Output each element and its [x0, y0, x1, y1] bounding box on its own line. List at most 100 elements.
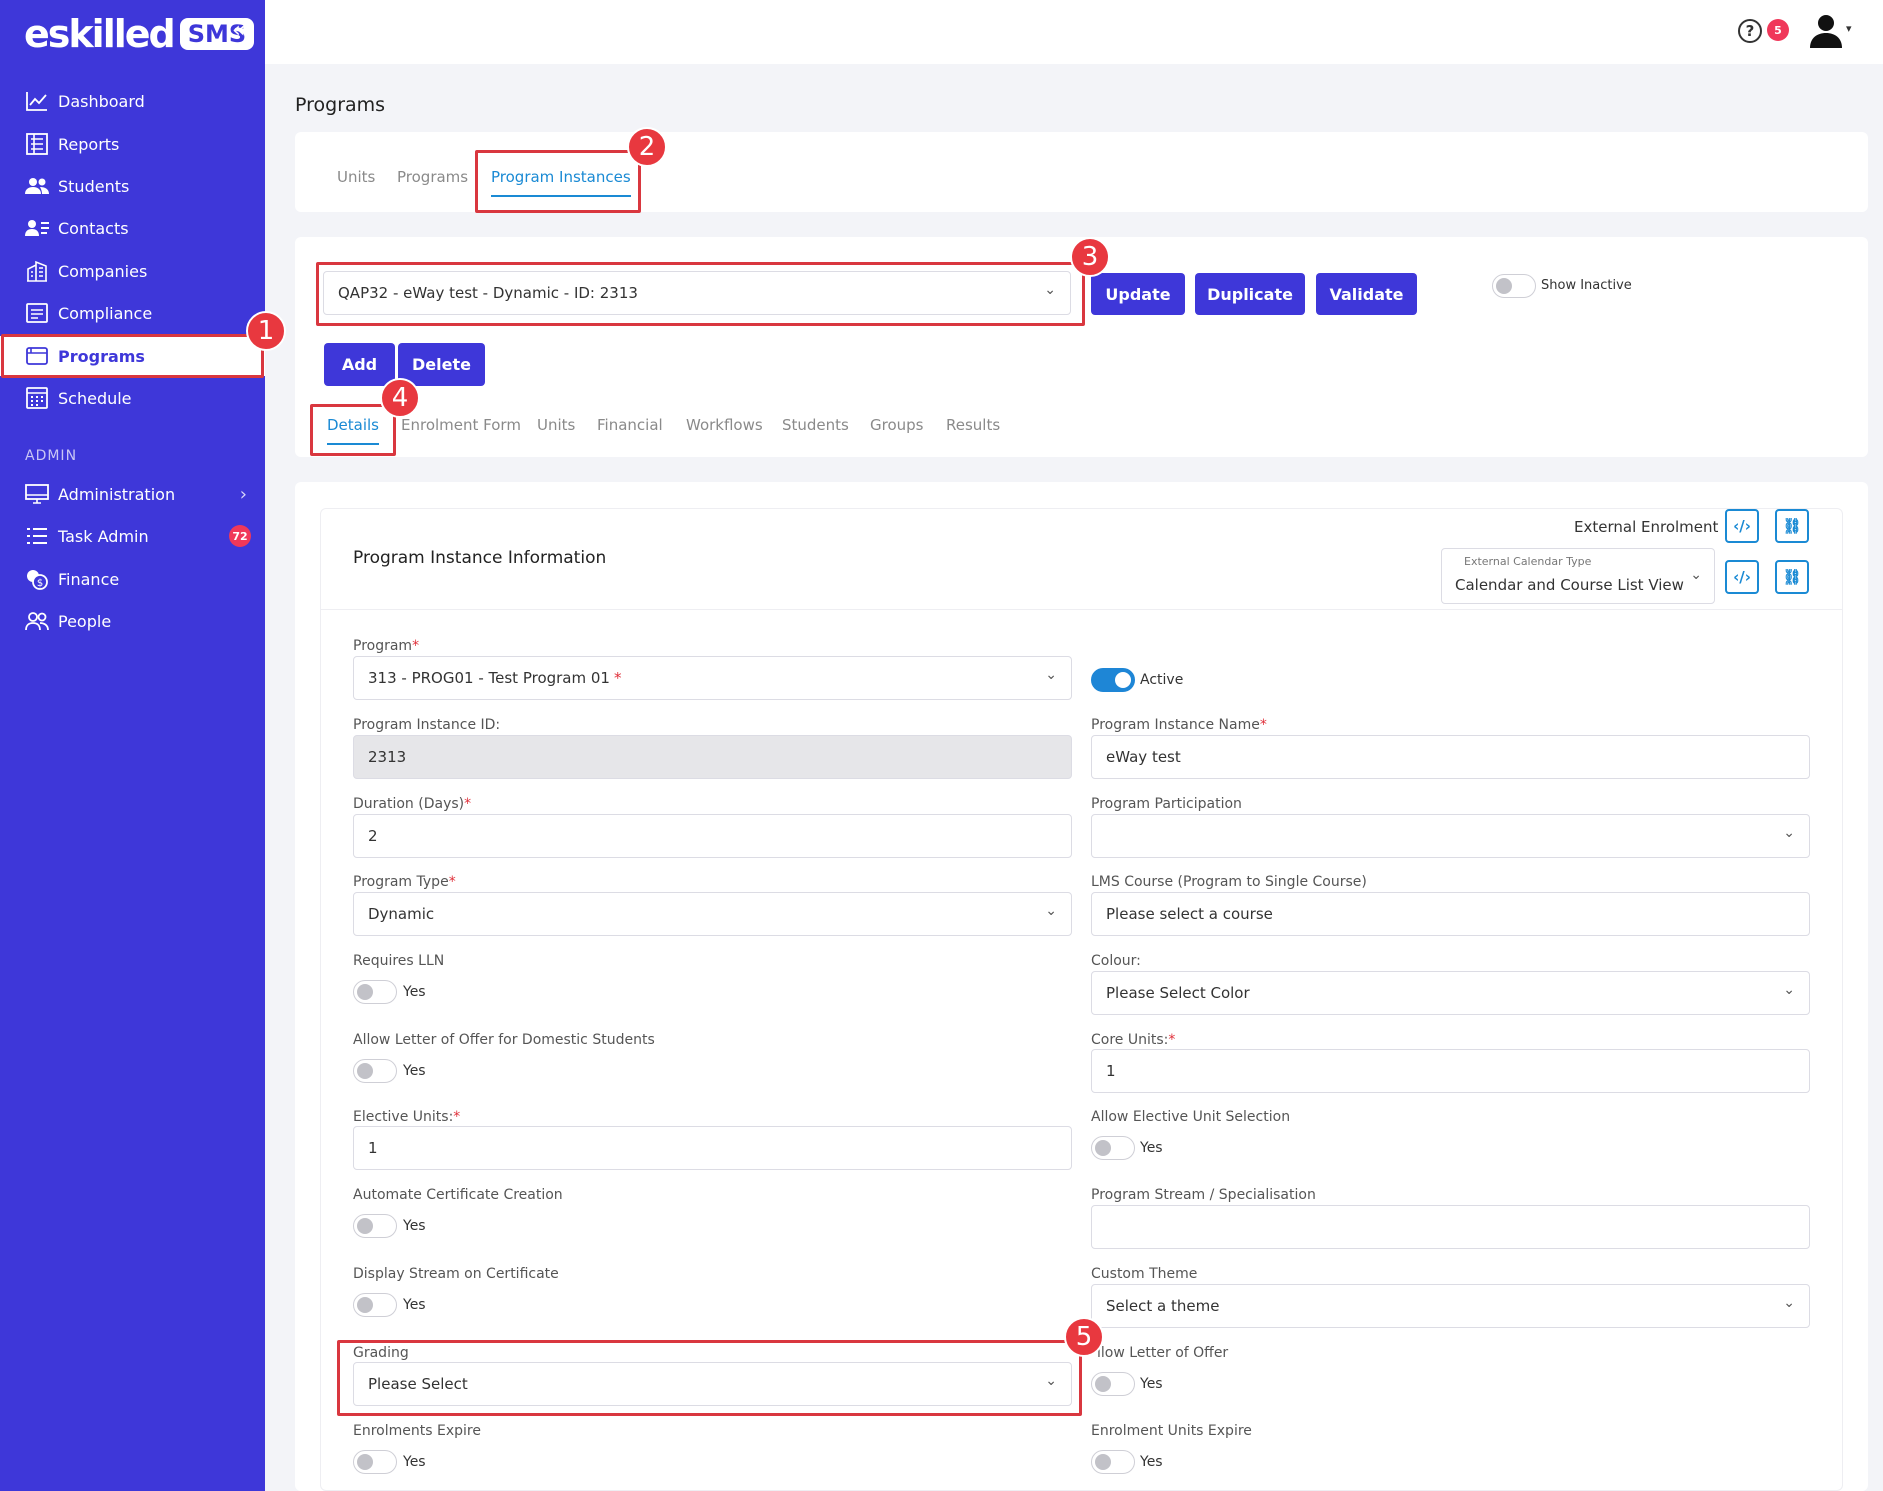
add-button[interactable]: Add — [324, 343, 395, 386]
annotation-marker-4: 4 — [380, 378, 420, 418]
annotation-marker-1: 1 — [246, 311, 286, 351]
toggle-yes-label: Yes — [1140, 1376, 1163, 1392]
top-bar — [265, 0, 1883, 64]
toggle-knob — [1095, 1376, 1111, 1392]
page-title: Programs — [295, 94, 386, 116]
elective-units-field[interactable]: 1 — [353, 1126, 1072, 1170]
sidebar-item-administration[interactable]: Administration › — [0, 474, 265, 514]
link-icon[interactable]: ⛓ — [1775, 509, 1809, 543]
program-type-label: Program Type* — [353, 874, 456, 890]
help-icon[interactable]: ? — [1738, 19, 1762, 43]
chevron-down-icon: ⌄ — [1045, 903, 1057, 919]
toggle-yes-label: Yes — [403, 1063, 426, 1079]
program-type-select[interactable]: Dynamic ⌄ — [353, 892, 1072, 936]
toggle-knob — [357, 1218, 373, 1234]
custom-theme-select[interactable]: Select a theme ⌄ — [1091, 1284, 1810, 1328]
app-logo[interactable]: eskilled SMS — [24, 12, 255, 56]
toggle-yes-label: Yes — [1140, 1140, 1163, 1156]
report-icon — [24, 133, 50, 155]
double-chevron-left-icon[interactable]: « — [232, 18, 245, 43]
link-icon[interactable]: ⛓ — [1775, 560, 1809, 594]
annotation-box-4 — [310, 404, 396, 456]
stream-field[interactable] — [1091, 1205, 1810, 1249]
validate-button[interactable]: Validate — [1316, 273, 1417, 315]
tab-units[interactable]: Units — [337, 168, 375, 186]
lms-course-label: LMS Course (Program to Single Course) — [1091, 874, 1367, 890]
core-units-label-text: Core Units: — [1091, 1032, 1169, 1048]
tab-results[interactable]: Results — [946, 416, 1000, 434]
show-inactive-toggle[interactable] — [1492, 274, 1536, 298]
user-menu-caret-icon[interactable]: ▾ — [1846, 22, 1852, 35]
embed-code-icon[interactable]: ‹/› — [1725, 560, 1759, 594]
instance-name-field[interactable]: eWay test — [1091, 735, 1810, 779]
tab-financial[interactable]: Financial — [597, 416, 663, 434]
sidebar-item-finance[interactable]: $ Finance — [0, 559, 265, 599]
chevron-down-icon: ⌄ — [1783, 1295, 1795, 1311]
tab-enrolment-form[interactable]: Enrolment Form — [401, 416, 521, 434]
sidebar-item-task-admin[interactable]: Task Admin 72 — [0, 516, 265, 556]
annotation-marker-3: 3 — [1070, 237, 1110, 277]
active-toggle[interactable] — [1091, 668, 1135, 692]
tab-units[interactable]: Units — [537, 416, 575, 434]
toggle-knob — [1496, 278, 1512, 294]
sidebar-item-dashboard[interactable]: Dashboard — [0, 81, 265, 121]
enrolments-expire-toggle[interactable] — [353, 1450, 397, 1474]
user-avatar-icon[interactable] — [1808, 14, 1844, 52]
annotation-box-3 — [316, 262, 1085, 326]
display-stream-toggle[interactable] — [353, 1293, 397, 1317]
tab-students[interactable]: Students — [782, 416, 849, 434]
sidebar-item-label: Reports — [58, 134, 120, 154]
sidebar-item-students[interactable]: Students — [0, 166, 265, 206]
sidebar-item-label: Compliance — [58, 303, 153, 323]
sidebar-item-reports[interactable]: Reports — [0, 124, 265, 164]
calendar-icon — [24, 387, 50, 409]
sidebar-item-contacts[interactable]: Contacts — [0, 208, 265, 248]
tab-programs[interactable]: Programs — [397, 168, 468, 186]
sidebar-item-label: Administration — [58, 484, 176, 504]
participation-select[interactable]: ⌄ — [1091, 814, 1810, 858]
monitor-icon — [24, 483, 50, 505]
sidebar-item-schedule[interactable]: Schedule — [0, 378, 265, 418]
update-button[interactable]: Update — [1091, 273, 1185, 315]
sidebar-item-people[interactable]: People — [0, 601, 265, 641]
sidebar-item-label: Schedule — [58, 388, 132, 408]
toggle-yes-label: Yes — [403, 1297, 426, 1313]
allow-elective-label: Allow Elective Unit Selection — [1091, 1109, 1291, 1125]
sidebar-item-compliance[interactable]: Compliance — [0, 293, 265, 333]
annotation-box-2 — [475, 150, 641, 213]
people-icon — [24, 610, 50, 632]
chevron-down-icon: ⌄ — [1783, 825, 1795, 841]
allow-letter-offer-toggle[interactable] — [1091, 1372, 1135, 1396]
tab-groups[interactable]: Groups — [870, 416, 923, 434]
requires-lln-toggle[interactable] — [353, 980, 397, 1004]
instance-name-label: Program Instance Name* — [1091, 717, 1267, 733]
auto-cert-label: Automate Certificate Creation — [353, 1187, 563, 1203]
required-mark: * — [448, 874, 456, 890]
sidebar-item-companies[interactable]: Companies — [0, 251, 265, 291]
core-units-label: Core Units:* — [1091, 1032, 1175, 1048]
tab-workflows[interactable]: Workflows — [686, 416, 763, 434]
allow-elective-toggle[interactable] — [1091, 1136, 1135, 1160]
toggle-knob — [357, 984, 373, 1000]
embed-code-icon[interactable]: ‹/› — [1725, 509, 1759, 543]
section-title: Program Instance Information — [353, 548, 607, 568]
external-enrolment-label: External Enrolment — [1574, 518, 1719, 536]
core-units-field[interactable]: 1 — [1091, 1049, 1810, 1093]
toggle-knob — [1095, 1140, 1111, 1156]
program-label: Program* — [353, 638, 419, 654]
duration-field[interactable]: 2 — [353, 814, 1072, 858]
enrolment-units-expire-toggle[interactable] — [1091, 1450, 1135, 1474]
enrolment-units-expire-label: Enrolment Units Expire — [1091, 1423, 1252, 1439]
instance-id-label: Program Instance ID: — [353, 717, 501, 733]
required-mark: * — [412, 638, 420, 654]
help-badge: 5 — [1767, 19, 1789, 41]
task-count-badge: 72 — [229, 525, 251, 547]
auto-cert-toggle[interactable] — [353, 1214, 397, 1238]
program-select[interactable]: 313 - PROG01 - Test Program 01 * ⌄ — [353, 656, 1072, 700]
external-calendar-type-select[interactable]: External Calendar Type Calendar and Cour… — [1441, 548, 1715, 604]
duplicate-button[interactable]: Duplicate — [1195, 273, 1305, 315]
colour-select[interactable]: Please Select Color ⌄ — [1091, 971, 1810, 1015]
delete-button[interactable]: Delete — [398, 343, 485, 386]
letter-domestic-toggle[interactable] — [353, 1059, 397, 1083]
lms-course-field[interactable]: Please select a course — [1091, 892, 1810, 936]
